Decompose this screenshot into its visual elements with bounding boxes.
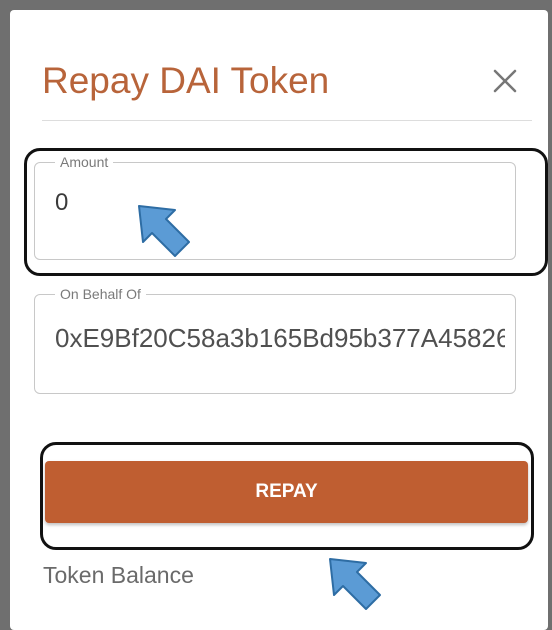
modal-title: Repay DAI Token	[42, 60, 330, 101]
repay-button[interactable]: REPAY	[45, 461, 528, 523]
on-behalf-of-label: On Behalf Of	[55, 286, 146, 302]
amount-label: Amount	[55, 154, 114, 170]
on-behalf-of-field: On Behalf Of 0xE9Bf20C58a3b165Bd95b377A4…	[34, 286, 516, 394]
amount-input[interactable]: 0	[55, 189, 505, 229]
amount-field: Amount 0	[34, 154, 516, 260]
close-button[interactable]	[488, 64, 522, 98]
close-icon	[493, 69, 517, 93]
token-balance-label: Token Balance	[43, 562, 194, 588]
title-divider	[42, 120, 532, 121]
on-behalf-of-input[interactable]: 0xE9Bf20C58a3b165Bd95b377A458269	[55, 323, 505, 363]
